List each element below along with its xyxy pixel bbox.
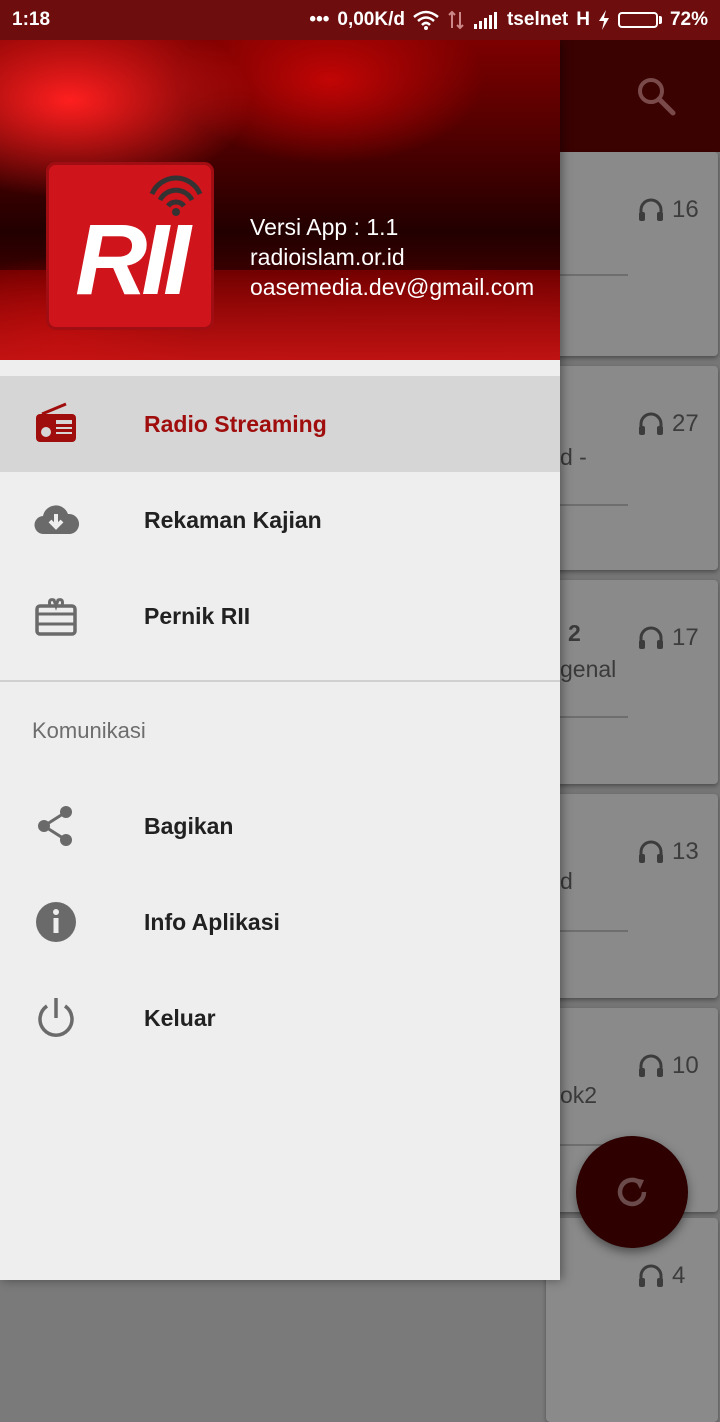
drawer-item-pernik-rii[interactable]: Pernik RII [0,568,560,664]
drawer-item-label: Info Aplikasi [144,908,280,935]
drawer-header: RII Versi App : 1.1 radioislam.or.id oas… [0,40,560,360]
drawer-item-radio-streaming[interactable]: Radio Streaming [0,376,560,472]
website-link[interactable]: radioislam.or.id [250,242,540,272]
radio-icon [36,402,76,442]
refresh-icon [617,1177,647,1207]
email-link[interactable]: oasemedia.dev@gmail.com [250,272,540,302]
notification-dots-icon: ••• [309,9,330,30]
app-info: Versi App : 1.1 radioislam.or.id oasemed… [250,212,540,302]
headphones-icon [639,626,663,649]
share-icon [38,806,72,846]
list-item[interactable]: 17 2 genal [546,580,718,784]
headphones-icon [639,412,663,435]
drawer-item-keluar[interactable]: Keluar [0,970,560,1066]
power-icon [38,998,74,1037]
drawer-item-label: Radio Streaming [144,410,327,437]
list-item[interactable]: 16 [546,152,718,356]
list-item[interactable]: 27 d - [546,366,718,570]
list-item[interactable]: 4 [546,1218,718,1422]
cloud-download-icon [34,505,80,535]
drawer-item-rekaman-kajian[interactable]: Rekaman Kajian [0,472,560,568]
carrier-name: tselnet [506,9,569,30]
drawer-divider [0,680,560,682]
navigation-drawer: RII Versi App : 1.1 radioislam.or.id oas… [0,40,560,1280]
listen-count: 27 [638,410,699,438]
listen-count: 17 [638,624,699,652]
search-icon[interactable] [632,72,680,120]
list-item-title: genal [560,656,617,682]
info-icon [36,902,76,942]
drawer-item-label: Keluar [144,1004,216,1031]
data-transfer-icon [448,10,464,30]
listen-count: 10 [638,1052,699,1080]
status-time: 1:18 [12,9,51,30]
app-version: Versi App : 1.1 [250,214,399,240]
drawer-item-label: Pernik RII [144,602,251,629]
refresh-button[interactable] [576,1136,688,1248]
headphones-icon [639,1054,663,1077]
status-bar: 1:18 ••• 0,00K/d tselnet H 72% [0,0,720,40]
rii-logo: RII [46,162,214,330]
battery-percent: 72% [669,9,708,30]
listen-count: 16 [638,196,699,224]
list-item-title: ok2 [560,1082,598,1108]
drawer-item-bagikan[interactable]: Bagikan [0,778,560,874]
network-speed: 0,00K/d [337,9,405,30]
headphones-icon [639,1264,663,1287]
drawer-item-label: Bagikan [144,812,234,839]
wifi-icon [413,10,439,30]
drawer-item-info-aplikasi[interactable]: Info Aplikasi [0,874,560,970]
signal-icon [473,12,497,29]
list-item-title: d - [560,444,587,470]
drawer-item-label: Rekaman Kajian [144,506,322,533]
headphones-icon [639,840,663,863]
headphones-icon [639,198,663,221]
listen-count: 4 [638,1262,685,1290]
section-header-komunikasi: Komunikasi [32,718,146,743]
list-item-number: 2 [568,620,581,646]
list-item-title: d [560,868,573,894]
logo-text: RII [75,204,191,316]
charging-icon [598,10,609,30]
gift-card-icon [35,598,77,636]
listen-count: 13 [638,838,699,866]
list-item[interactable]: 13 d [546,794,718,998]
network-type: H [576,9,590,30]
battery-icon [617,12,662,28]
